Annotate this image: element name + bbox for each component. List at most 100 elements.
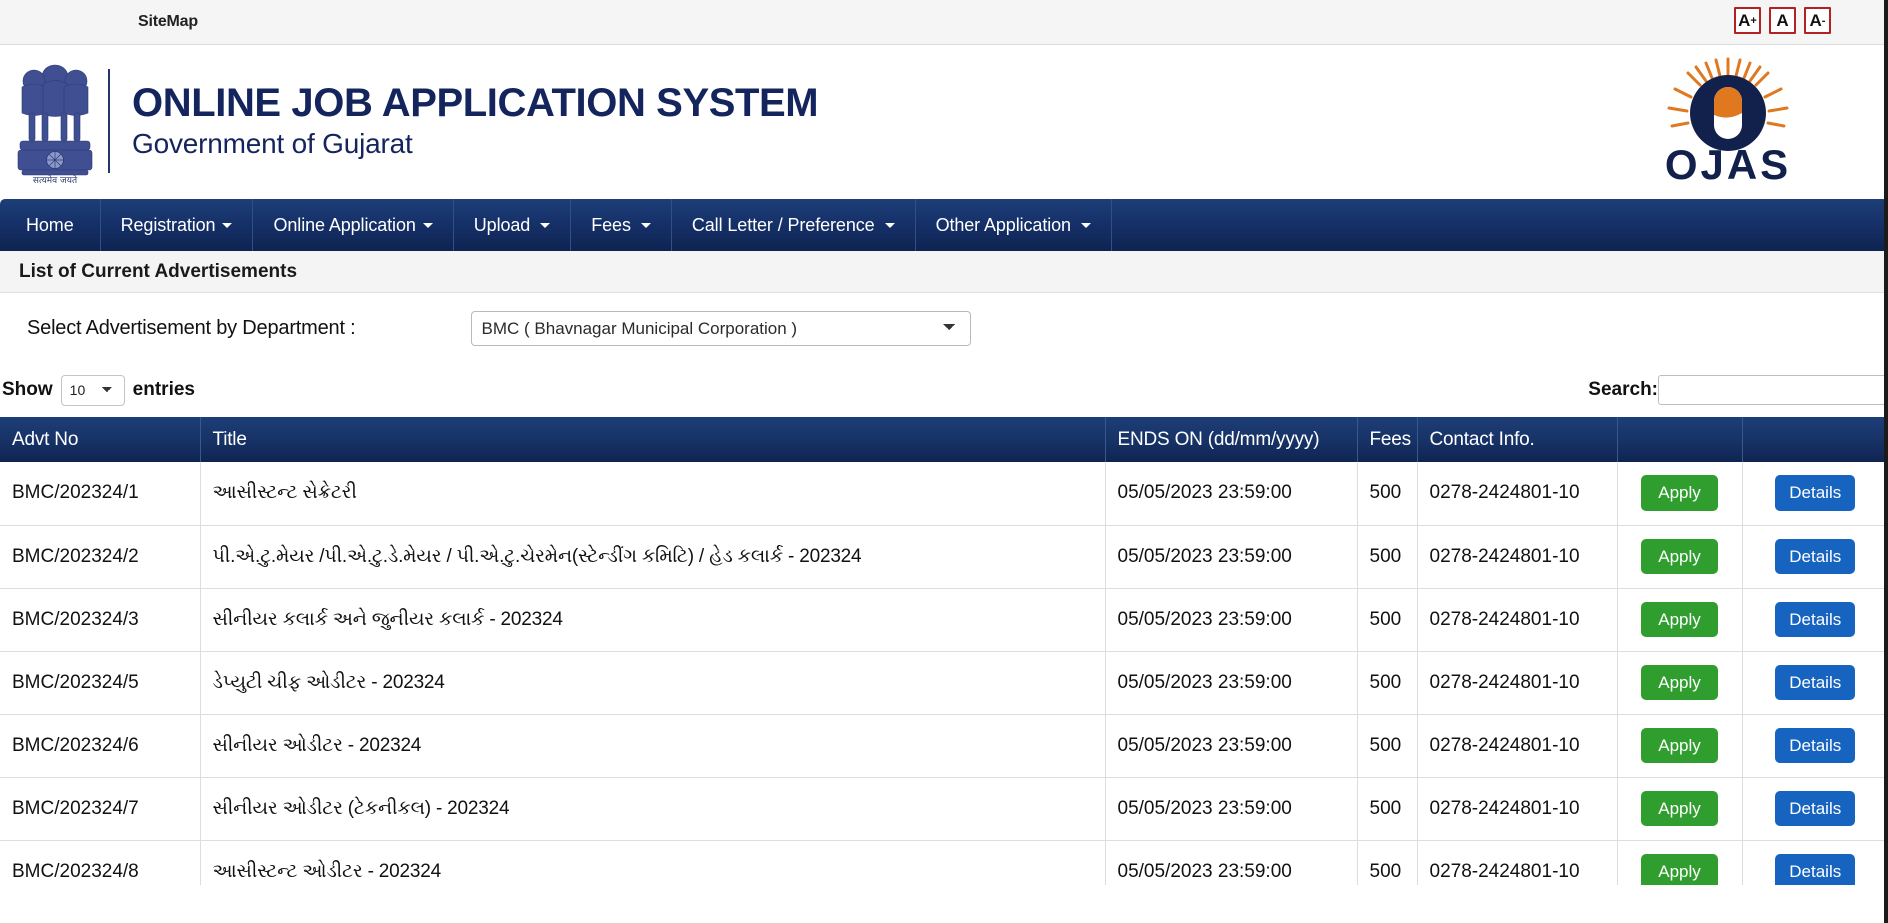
apply-button[interactable]: Apply [1641,601,1718,638]
details-button[interactable]: Details [1775,727,1856,764]
nav-item-upload[interactable]: Upload [454,199,572,251]
cell-details: Details [1742,462,1888,526]
nav-item-home[interactable]: Home [0,199,101,251]
cell-title: સીનીયર ઓડીટર - 202324 [200,714,1106,778]
table-row: BMC/202324/5 ડેપ્યુટી ચીફ ઓડીટર - 202324 0… [0,651,1888,715]
column-header-contact[interactable]: Contact Info. [1417,417,1618,462]
cell-contact: 0278-2424801-10 [1417,525,1618,589]
cell-title: સીનીયર કલાર્ક અને જુનીયર કલાર્ક - 202324 [200,588,1106,652]
search-input[interactable] [1658,375,1886,405]
apply-button[interactable]: Apply [1641,853,1718,885]
cell-contact: 0278-2424801-10 [1417,840,1618,885]
cell-details: Details [1742,651,1888,715]
cell-advt-no: BMC/202324/3 [0,588,201,652]
apply-button[interactable]: Apply [1641,538,1718,575]
chevron-down-icon [1080,222,1091,228]
nav-item-other-application[interactable]: Other Application [916,199,1112,251]
table-row: BMC/202324/2 પી.એ.ટુ.મેયર /પી.એ.ટુ.ડે.મેય… [0,525,1888,589]
chevron-down-icon [222,222,233,228]
details-button[interactable]: Details [1775,853,1856,885]
table-body: BMC/202324/1 આસીસ્ટન્ટ સેક્રેટરી 05/05/202… [0,462,1888,885]
brand-text: ONLINE JOB APPLICATION SYSTEM Government… [132,80,819,161]
cell-contact: 0278-2424801-10 [1417,462,1618,526]
page-title: List of Current Advertisements [0,251,1888,293]
font-size-controls: A + A A- [1734,7,1831,34]
column-header-fees[interactable]: Fees [1357,417,1418,462]
table-row: BMC/202324/7 સીનીયર ઓડીટર (ટેકનીકલ) - 202… [0,777,1888,841]
column-header-details [1742,417,1888,462]
chevron-down-icon [884,222,895,228]
top-utility-bar: SiteMap A + A A- [0,0,1888,45]
apply-button[interactable]: Apply [1641,475,1718,512]
ojas-wordmark: OJAS [1665,141,1791,188]
ashoka-emblem-icon: सत्यमेव जयते [14,57,96,185]
cell-apply: Apply [1617,651,1743,715]
cell-advt-no: BMC/202324/6 [0,714,201,778]
reset-font-button[interactable]: A [1769,7,1796,34]
apply-button[interactable]: Apply [1641,727,1718,764]
advertisements-table: Advt No Title ENDS ON (dd/mm/yyyy) Fees … [0,417,1888,885]
cell-ends-on: 05/05/2023 23:59:00 [1105,714,1358,778]
search-label: Search: [1588,379,1658,400]
cell-apply: Apply [1617,588,1743,652]
increase-font-button[interactable]: A + [1734,7,1761,34]
cell-fees: 500 [1357,840,1418,885]
decrease-font-button[interactable]: A- [1804,7,1831,34]
cell-title: સીનીયર ઓડીટર (ટેકનીકલ) - 202324 [200,777,1106,841]
table-row: BMC/202324/1 આસીસ્ટન્ટ સેક્રેટરી 05/05/202… [0,462,1888,526]
column-header-advt-no[interactable]: Advt No [0,417,201,462]
cell-ends-on: 05/05/2023 23:59:00 [1105,777,1358,841]
cell-advt-no: BMC/202324/5 [0,651,201,715]
cell-advt-no: BMC/202324/7 [0,777,201,841]
column-header-title[interactable]: Title [200,417,1106,462]
details-button[interactable]: Details [1775,790,1856,827]
cell-details: Details [1742,777,1888,841]
cell-title: ડેપ્યુટી ચીફ ઓડીટર - 202324 [200,651,1106,715]
nav-item-registration[interactable]: Registration [101,199,254,251]
svg-text:सत्यमेव जयते: सत्यमेव जयते [33,174,78,185]
nav-label: Fees [591,214,631,235]
cell-fees: 500 [1357,462,1418,526]
main-navigation: Home Registration Online Application Upl… [0,199,1888,251]
cell-apply: Apply [1617,462,1743,526]
column-header-ends-on[interactable]: ENDS ON (dd/mm/yyyy) [1105,417,1358,462]
cell-ends-on: 05/05/2023 23:59:00 [1105,462,1358,526]
apply-button[interactable]: Apply [1641,790,1718,827]
nav-item-call-letter-preference[interactable]: Call Letter / Preference [672,199,916,251]
nav-item-fees[interactable]: Fees [571,199,672,251]
department-filter-row: Select Advertisement by Department : BMC… [0,293,1888,363]
cell-fees: 500 [1357,714,1418,778]
table-header: Advt No Title ENDS ON (dd/mm/yyyy) Fees … [0,417,1888,462]
details-button[interactable]: Details [1775,538,1856,575]
details-button[interactable]: Details [1775,601,1856,638]
chevron-down-icon [540,222,551,228]
department-select[interactable]: BMC ( Bhavnagar Municipal Corporation ) [470,310,971,346]
chevron-down-icon [422,222,433,228]
sitemap-link[interactable]: SiteMap [138,13,198,31]
search-control: Search: [1588,375,1886,405]
window-right-edge [1884,0,1888,923]
cell-apply: Apply [1617,714,1743,778]
masthead-divider [108,69,110,173]
chevron-down-icon [640,222,651,228]
cell-contact: 0278-2424801-10 [1417,588,1618,652]
nav-item-online-application[interactable]: Online Application [253,199,454,251]
cell-ends-on: 05/05/2023 23:59:00 [1105,651,1358,715]
nav-label: Registration [120,214,216,235]
nav-label: Home [26,214,74,235]
cell-details: Details [1742,840,1888,885]
cell-fees: 500 [1357,651,1418,715]
column-header-apply [1617,417,1743,462]
site-title: ONLINE JOB APPLICATION SYSTEM [132,80,819,125]
cell-fees: 500 [1357,588,1418,652]
details-button[interactable]: Details [1775,475,1856,512]
apply-button[interactable]: Apply [1641,664,1718,701]
details-button[interactable]: Details [1775,664,1856,701]
nav-label: Call Letter / Preference [691,214,875,235]
cell-title: પી.એ.ટુ.મેયર /પી.એ.ટુ.ડે.મેયર / પી.એ.ટુ.… [200,525,1106,589]
cell-contact: 0278-2424801-10 [1417,651,1618,715]
show-label: Show [2,379,53,400]
nav-label: Upload [473,214,531,235]
page-length-select[interactable]: 10 [60,374,125,406]
cell-details: Details [1742,714,1888,778]
